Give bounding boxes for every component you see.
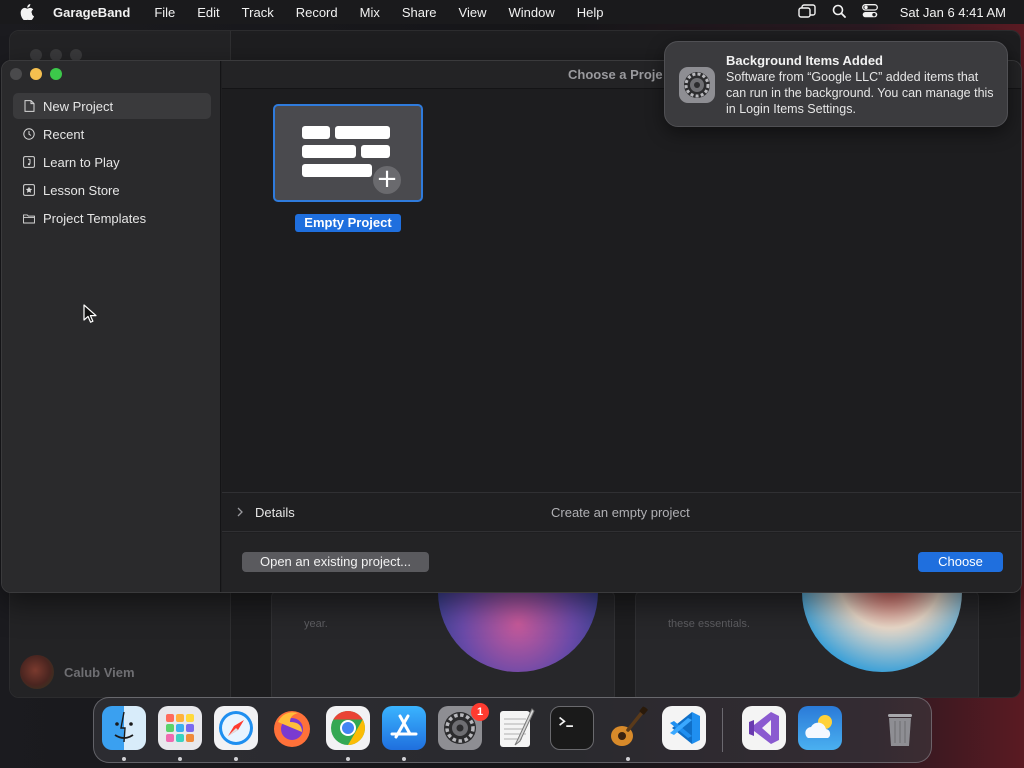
launchpad-icon[interactable] [158, 706, 202, 750]
control-center-icon[interactable] [861, 3, 878, 21]
sidebar-item-project-templates[interactable]: Project Templates [13, 205, 211, 231]
screen-mirroring-icon[interactable] [798, 3, 816, 21]
running-indicator [626, 757, 630, 761]
garageband-icon[interactable] [606, 706, 650, 750]
menu-bar-clock[interactable]: Sat Jan 6 4:41 AM [900, 5, 1006, 20]
minimize-button[interactable] [30, 68, 42, 80]
sidebar-item-label: New Project [43, 98, 114, 114]
menu-share[interactable]: Share [402, 5, 437, 20]
trash-icon[interactable] [878, 706, 922, 750]
running-indicator [402, 757, 406, 761]
menu-window[interactable]: Window [509, 5, 555, 20]
project-chooser-window: New Project Recent Learn to Play Lesson … [1, 60, 1022, 593]
terminal-icon[interactable] [550, 706, 594, 750]
project-description: Create an empty project [551, 505, 690, 520]
menu-app-name[interactable]: GarageBand [53, 5, 130, 20]
project-gallery: + Empty Project [222, 89, 1021, 492]
avatar [20, 655, 54, 689]
visual-studio-icon[interactable] [742, 706, 786, 750]
sidebar-item-learn-to-play[interactable]: Learn to Play [13, 149, 211, 175]
background-card-text: year. [304, 618, 328, 630]
background-card-text: these essentials. [668, 618, 750, 630]
clock-icon [23, 128, 35, 140]
menu-view[interactable]: View [459, 5, 487, 20]
new-project-icon [23, 100, 35, 112]
dock: 1 [93, 697, 932, 763]
open-existing-project-button[interactable]: Open an existing project... [242, 552, 429, 572]
maximize-button[interactable] [50, 68, 62, 80]
sidebar-nav: New Project Recent Learn to Play Lesson … [13, 93, 211, 233]
background-card: year. [271, 591, 615, 697]
menu-record[interactable]: Record [296, 5, 338, 20]
chrome-icon[interactable] [326, 706, 370, 750]
firefox-icon[interactable] [270, 706, 314, 750]
window-title: Choose a Proje [568, 67, 663, 82]
background-card: these essentials. [635, 591, 979, 697]
dock-separator [722, 708, 723, 752]
sidebar-item-lesson-store[interactable]: Lesson Store [13, 177, 211, 203]
system-settings-icon [679, 67, 715, 103]
running-indicator [122, 757, 126, 761]
menu-mix[interactable]: Mix [360, 5, 380, 20]
background-user: Calub Viem [20, 655, 135, 689]
folder-icon [23, 212, 35, 224]
background-card-image [802, 592, 962, 672]
details-toggle[interactable]: Details [255, 505, 295, 520]
sidebar-item-new-project[interactable]: New Project [13, 93, 211, 119]
notification-banner[interactable]: Background Items Added Software from “Go… [664, 41, 1008, 127]
app-store-icon[interactable] [382, 706, 426, 750]
background-card-image [438, 592, 598, 672]
spotlight-search-icon[interactable] [832, 4, 846, 21]
chevron-right-icon[interactable] [236, 506, 244, 518]
menu-track[interactable]: Track [242, 5, 274, 20]
menu-bar-status: Sat Jan 6 4:41 AM [798, 0, 1006, 24]
sidebar: New Project Recent Learn to Play Lesson … [2, 61, 221, 592]
running-indicator [178, 757, 182, 761]
sidebar-item-recent[interactable]: Recent [13, 121, 211, 147]
finder-icon[interactable] [102, 706, 146, 750]
sidebar-item-label: Project Templates [43, 210, 147, 226]
running-indicator [346, 757, 350, 761]
details-bar: Details Create an empty project [222, 492, 1021, 532]
notification-badge: 1 [471, 703, 489, 721]
vscode-icon[interactable] [662, 706, 706, 750]
sidebar-item-label: Lesson Store [43, 182, 120, 198]
empty-project-tile[interactable]: + [273, 104, 423, 202]
weather-icon[interactable] [798, 706, 842, 750]
choose-button[interactable]: Choose [918, 552, 1003, 572]
sidebar-item-label: Learn to Play [43, 154, 120, 170]
notification-title: Background Items Added [726, 53, 883, 68]
star-icon [23, 184, 35, 196]
learn-icon [23, 156, 35, 168]
notification-body: Software from “Google LLC” added items t… [726, 70, 994, 116]
empty-project-label[interactable]: Empty Project [295, 214, 401, 232]
close-button[interactable] [10, 68, 22, 80]
menu-help[interactable]: Help [577, 5, 604, 20]
running-indicator [234, 757, 238, 761]
window-controls [10, 68, 62, 80]
menu-file[interactable]: File [154, 5, 175, 20]
user-name: Calub Viem [64, 664, 135, 680]
apple-icon[interactable] [15, 0, 39, 24]
mouse-cursor-icon [83, 304, 97, 323]
sidebar-item-label: Recent [43, 126, 85, 142]
textedit-icon[interactable] [494, 706, 538, 750]
window-footer: Open an existing project... Choose [222, 533, 1021, 592]
menu-edit[interactable]: Edit [197, 5, 219, 20]
safari-icon[interactable] [214, 706, 258, 750]
plus-icon: + [371, 164, 403, 196]
menu-bar: GarageBand File Edit Track Record Mix Sh… [0, 0, 1024, 24]
